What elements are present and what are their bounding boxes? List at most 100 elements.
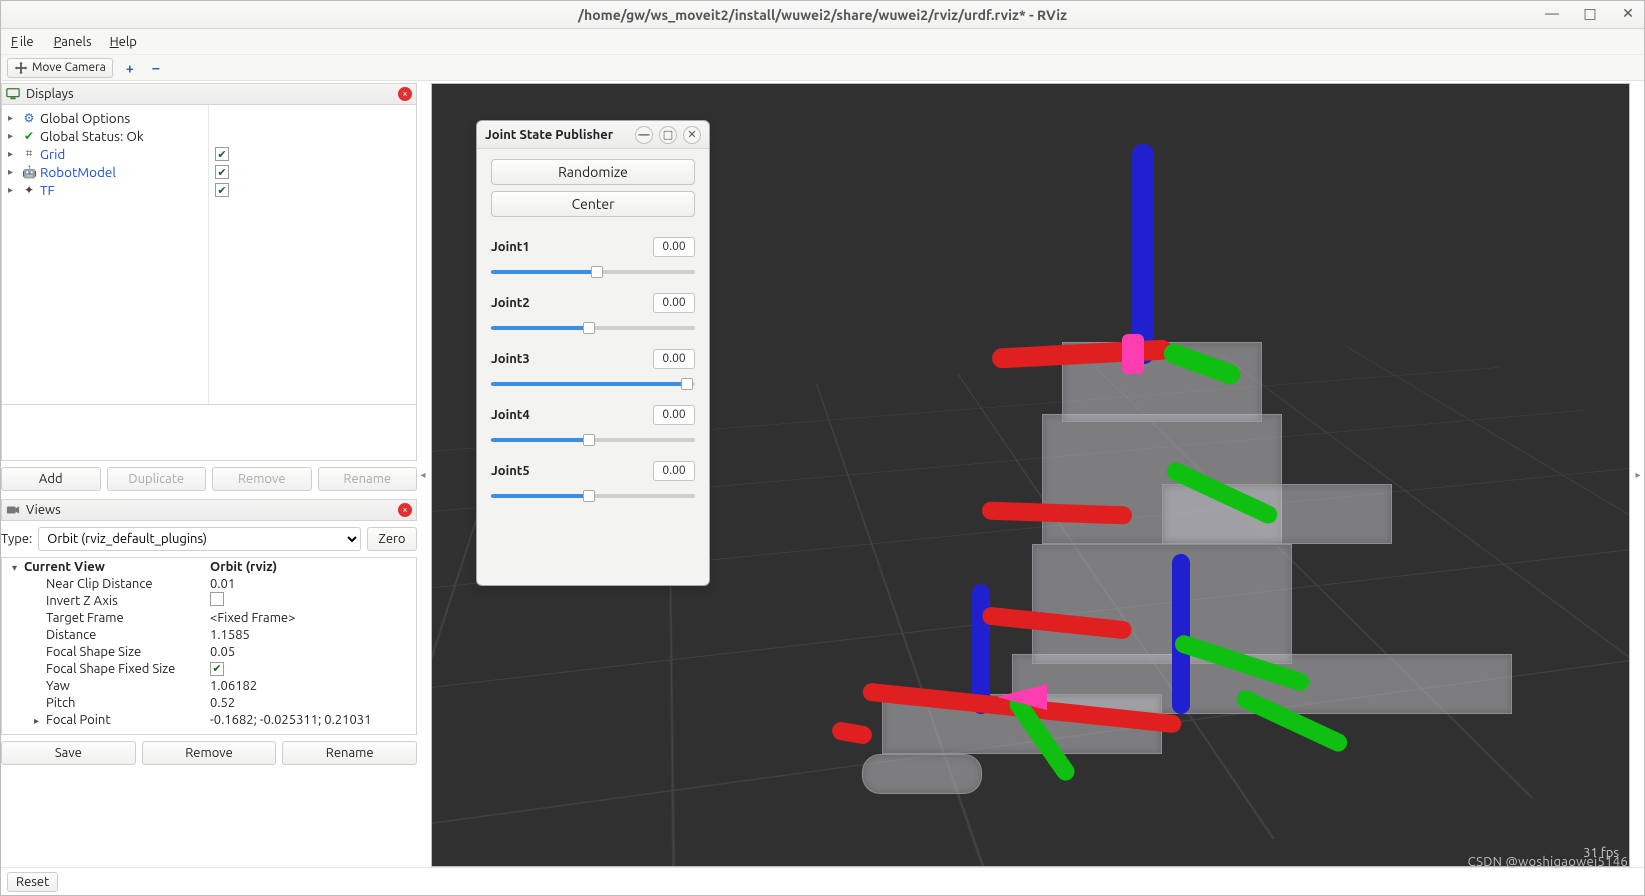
expand-arrow-icon[interactable]: ▸ (34, 715, 46, 727)
displays-tree[interactable]: ▸ ⚙ Global Options▸ ✔ Global Status: Ok▸… (1, 105, 417, 405)
display-item-robotmodel[interactable]: ▸ 🤖 RobotModel (2, 163, 208, 181)
display-item-grid[interactable]: ▸ ⌗ Grid (2, 145, 208, 163)
display-item-label: Grid (40, 146, 65, 162)
display-item-label: TF (40, 182, 55, 198)
display-item-label: Global Options (40, 110, 130, 126)
expand-arrow-icon[interactable]: ▸ (8, 166, 18, 178)
displays-close-icon[interactable]: × (398, 87, 412, 101)
prop-value: 1.06182 (210, 679, 257, 693)
expand-arrow-icon[interactable]: ▸ (8, 112, 18, 124)
jsp-minimize-icon[interactable]: — (635, 126, 653, 144)
display-item-global-options[interactable]: ▸ ⚙ Global Options (2, 109, 208, 127)
reset-button[interactable]: Reset (7, 872, 58, 892)
views-title: Views (26, 503, 61, 517)
views-rename-button[interactable]: Rename (282, 741, 417, 765)
statusbar: Reset (1, 867, 1644, 895)
joint-label: Joint3 (491, 352, 530, 366)
view-prop-target-frame[interactable]: Target Frame<Fixed Frame> (2, 609, 416, 626)
expand-right-icon[interactable]: ▸ (1632, 83, 1644, 867)
displays-title: Displays (26, 87, 74, 101)
prop-key: Pitch (46, 696, 75, 710)
randomize-button[interactable]: Randomize (491, 159, 695, 185)
grid-icon: ⌗ (22, 147, 36, 161)
expand-arrow-icon[interactable]: ▸ (8, 148, 18, 160)
maximize-icon[interactable]: □ (1580, 3, 1600, 23)
menu-help[interactable]: Help (108, 33, 139, 51)
expand-arrow-icon[interactable]: ▸ (8, 184, 18, 196)
prop-key: Distance (46, 628, 96, 642)
add-button[interactable]: Add (1, 467, 101, 491)
joint-value-input[interactable]: 0.00 (653, 293, 695, 313)
views-save-button[interactable]: Save (1, 741, 136, 765)
add-tool-icon[interactable]: + (121, 60, 139, 76)
prop-key: Yaw (46, 679, 70, 693)
remove-tool-icon[interactable]: – (147, 60, 165, 76)
center-button[interactable]: Center (491, 191, 695, 217)
joint-value-input[interactable]: 0.00 (653, 237, 695, 257)
remove-button: Remove (212, 467, 312, 491)
zero-button[interactable]: Zero (367, 527, 417, 551)
joint-value-input[interactable]: 0.00 (653, 461, 695, 481)
display-item-checkbox[interactable]: ✔ (215, 183, 229, 197)
move-camera-icon (14, 61, 28, 75)
prop-key: Focal Shape Size (46, 645, 141, 659)
view-prop-distance[interactable]: Distance 1.1585 (2, 626, 416, 643)
display-item-checkbox[interactable]: ✔ (215, 165, 229, 179)
jsp-maximize-icon[interactable]: □ (659, 126, 677, 144)
menu-panels[interactable]: Panels (52, 33, 94, 51)
move-camera-button[interactable]: Move Camera (7, 58, 113, 78)
expand-arrow-icon[interactable]: ▾ (12, 562, 24, 574)
window-title: /home/gw/ws_moveit2/install/wuwei2/share… (578, 7, 1067, 23)
minimize-icon[interactable]: — (1542, 3, 1562, 23)
jsp-titlebar[interactable]: Joint State Publisher — □ ✕ (477, 121, 709, 149)
views-type-label: Type: (1, 532, 32, 546)
joint-slider[interactable] (491, 487, 695, 503)
view-prop-invert-z-axis[interactable]: Invert Z Axis (2, 592, 416, 609)
display-item-label: RobotModel (40, 164, 116, 180)
displays-description (1, 405, 417, 461)
tf-icon: ✦ (22, 183, 36, 197)
prop-key: Focal Shape Fixed Size (46, 662, 175, 676)
joint-value-input[interactable]: 0.00 (653, 405, 695, 425)
view-prop-focal-point[interactable]: ▸Focal Point-0.1682; -0.025311; 0.21031 (2, 711, 416, 728)
views-type-select[interactable]: Orbit (rviz_default_plugins) (38, 527, 361, 551)
views-remove-button[interactable]: Remove (142, 741, 277, 765)
joint-joint2: Joint2 0.00 (491, 293, 695, 335)
prop-checkbox[interactable] (210, 592, 224, 606)
views-close-icon[interactable]: × (398, 503, 412, 517)
display-item-tf[interactable]: ▸ ✦ TF (2, 181, 208, 199)
displays-panel-header[interactable]: Displays × (1, 83, 417, 105)
menu-file[interactable]: File (9, 33, 38, 51)
title-bar: /home/gw/ws_moveit2/install/wuwei2/share… (1, 1, 1644, 29)
view-prop-near-clip-distance[interactable]: Near Clip Distance0.01 (2, 575, 416, 592)
display-item-checkbox[interactable]: ✔ (215, 147, 229, 161)
expand-left-icon[interactable]: ◂ (417, 83, 429, 867)
joint-value-input[interactable]: 0.00 (653, 349, 695, 369)
joint-slider[interactable] (491, 319, 695, 335)
expand-arrow-icon[interactable]: ▸ (8, 130, 18, 142)
watermark: CSDN @woshigaowei5146 (1468, 855, 1628, 869)
views-properties[interactable]: ▾Current ViewOrbit (rviz)Near Clip Dista… (1, 557, 417, 735)
prop-checkbox[interactable]: ✔ (210, 662, 224, 676)
close-icon[interactable]: ✕ (1618, 3, 1638, 23)
prop-value: <Fixed Frame> (210, 611, 295, 625)
display-item-global-status-ok[interactable]: ▸ ✔ Global Status: Ok (2, 127, 208, 145)
joint-joint5: Joint5 0.00 (491, 461, 695, 503)
view-prop-focal-shape-fixed-size[interactable]: Focal Shape Fixed Size ✔ (2, 660, 416, 677)
view-prop-pitch[interactable]: Pitch0.52 (2, 694, 416, 711)
joint-slider[interactable] (491, 375, 695, 391)
rename-button: Rename (318, 467, 418, 491)
joint-slider[interactable] (491, 431, 695, 447)
jsp-title: Joint State Publisher (485, 128, 613, 142)
jsp-close-icon[interactable]: ✕ (683, 126, 701, 144)
joint-slider[interactable] (491, 263, 695, 279)
monitor-icon (6, 87, 20, 101)
view-prop-current-view[interactable]: ▾Current ViewOrbit (rviz) (2, 558, 416, 575)
view-prop-focal-shape-size[interactable]: Focal Shape Size0.05 (2, 643, 416, 660)
move-camera-label: Move Camera (32, 61, 106, 74)
prop-value: 0.01 (210, 577, 235, 591)
joint-state-publisher-window[interactable]: Joint State Publisher — □ ✕ Randomize Ce… (476, 120, 710, 586)
view-prop-yaw[interactable]: Yaw 1.06182 (2, 677, 416, 694)
prop-value: 1.1585 (210, 628, 250, 642)
views-panel-header[interactable]: Views × (1, 499, 417, 521)
